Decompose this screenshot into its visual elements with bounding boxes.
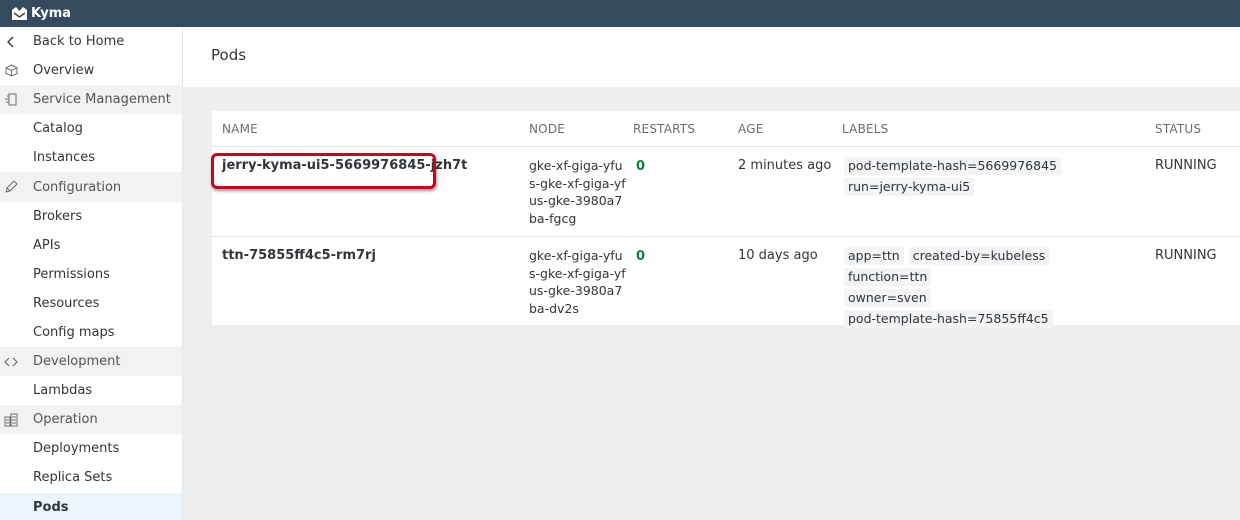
service-icon: [4, 93, 18, 107]
sidebar-item-lambdas[interactable]: Lambdas: [0, 376, 182, 405]
sidebar-item-resources[interactable]: Resources: [0, 289, 182, 318]
label-tag: created-by=kubeless: [908, 247, 1050, 265]
sidebar-item-pods[interactable]: Pods: [0, 492, 182, 520]
back-to-home-link[interactable]: Back to Home: [0, 27, 182, 56]
pod-labels: app=ttn created-by=kubeless function=ttn o…: [844, 247, 1134, 331]
pod-restarts: 0: [636, 249, 646, 264]
pod-status: RUNNING: [1155, 248, 1217, 263]
table-row[interactable]: ttn-75855ff4c5-rm7rj gke-xf-giga-yfus-gk…: [212, 236, 1240, 328]
sidebar-item-label: Permissions: [33, 266, 110, 282]
pod-name-link[interactable]: jerry-kyma-ui5-5669976845-jzh7t: [222, 157, 467, 174]
sidebar-item-replica-sets[interactable]: Replica Sets: [0, 463, 182, 492]
sidebar-section-configuration[interactable]: Configuration: [0, 172, 182, 202]
sidebar-item-label: Brokers: [33, 208, 83, 224]
kyma-logo-icon: [12, 7, 27, 20]
chevron-left-icon: [4, 35, 18, 49]
sidebar-item-label: Lambdas: [33, 383, 93, 399]
sidebar-item-label: Deployments: [33, 441, 120, 457]
sidebar-item-label: Back to Home: [33, 34, 125, 50]
pod-restarts: 0: [636, 159, 646, 174]
column-header-status: STATUS: [1155, 122, 1202, 136]
table-row[interactable]: jerry-kyma-ui5-5669976845-jzh7t gke-xf-g…: [212, 146, 1240, 236]
column-header-labels: LABELS: [842, 122, 889, 136]
label-tag: run=jerry-kyma-ui5: [844, 178, 975, 196]
sidebar-item-label: Operation: [33, 412, 98, 428]
code-icon: [4, 355, 18, 369]
sidebar-item-catalog[interactable]: Catalog: [0, 114, 182, 143]
sidebar: Back to Home Overview Service Management…: [0, 27, 183, 520]
sidebar-item-apis[interactable]: APIs: [0, 231, 182, 260]
sidebar-item-label: Development: [33, 354, 121, 370]
pod-node: gke-xf-giga-yfus-gke-xf-giga-yfus-gke-39…: [529, 248, 626, 316]
sidebar-item-label: Pods: [33, 499, 69, 515]
cube-icon: [4, 64, 18, 78]
page-header: Pods: [183, 27, 1240, 87]
column-header-node: NODE: [529, 122, 566, 136]
pod-age: 10 days ago: [738, 248, 818, 263]
pod-status: RUNNING: [1155, 158, 1217, 173]
pod-labels: pod-template-hash=5669976845 run=jerry-k…: [844, 157, 1134, 199]
sidebar-section-development[interactable]: Development: [0, 347, 182, 377]
shell-bar: Kyma: [0, 0, 1240, 27]
column-header-restarts: RESTARTS: [633, 122, 696, 136]
sidebar-section-operation[interactable]: Operation: [0, 405, 182, 435]
sidebar-item-label: Replica Sets: [33, 470, 113, 486]
sidebar-item-label: Configuration: [33, 179, 122, 195]
sidebar-item-instances[interactable]: Instances: [0, 143, 182, 172]
pods-table: NAME NODE RESTARTS AGE LABELS STATUS jer…: [212, 111, 1240, 328]
sidebar-item-label: APIs: [33, 237, 61, 253]
sidebar-item-label: Instances: [33, 150, 96, 166]
pod-node: gke-xf-giga-yfus-gke-xf-giga-yfus-gke-39…: [529, 158, 626, 226]
sidebar-item-label: Catalog: [33, 121, 83, 137]
page-title: Pods: [211, 46, 247, 64]
sidebar-section-service-management[interactable]: Service Management: [0, 85, 182, 115]
app-title[interactable]: Kyma: [31, 6, 71, 21]
sidebar-item-brokers[interactable]: Brokers: [0, 202, 182, 231]
sidebar-item-label: Service Management: [33, 92, 171, 108]
label-tag: owner=sven: [844, 289, 931, 307]
operation-icon: [4, 413, 18, 427]
label-tag: function=ttn: [844, 268, 932, 286]
label-tag: app=ttn: [844, 247, 904, 265]
sidebar-item-deployments[interactable]: Deployments: [0, 434, 182, 463]
pod-name-link[interactable]: ttn-75855ff4c5-rm7rj: [222, 247, 376, 264]
sidebar-item-overview[interactable]: Overview: [0, 56, 182, 85]
sidebar-item-permissions[interactable]: Permissions: [0, 260, 182, 289]
sidebar-item-label: Config maps: [33, 324, 115, 340]
sidebar-item-label: Overview: [33, 63, 95, 79]
pod-age: 2 minutes ago: [738, 158, 832, 173]
edit-icon: [4, 180, 18, 194]
label-tag: pod-template-hash=75855ff4c5: [844, 310, 1053, 328]
sidebar-item-label: Resources: [33, 295, 100, 311]
column-header-age: AGE: [738, 122, 764, 136]
column-header-name: NAME: [222, 122, 258, 136]
sidebar-item-config-maps[interactable]: Config maps: [0, 318, 182, 347]
label-tag: pod-template-hash=5669976845: [844, 157, 1061, 175]
